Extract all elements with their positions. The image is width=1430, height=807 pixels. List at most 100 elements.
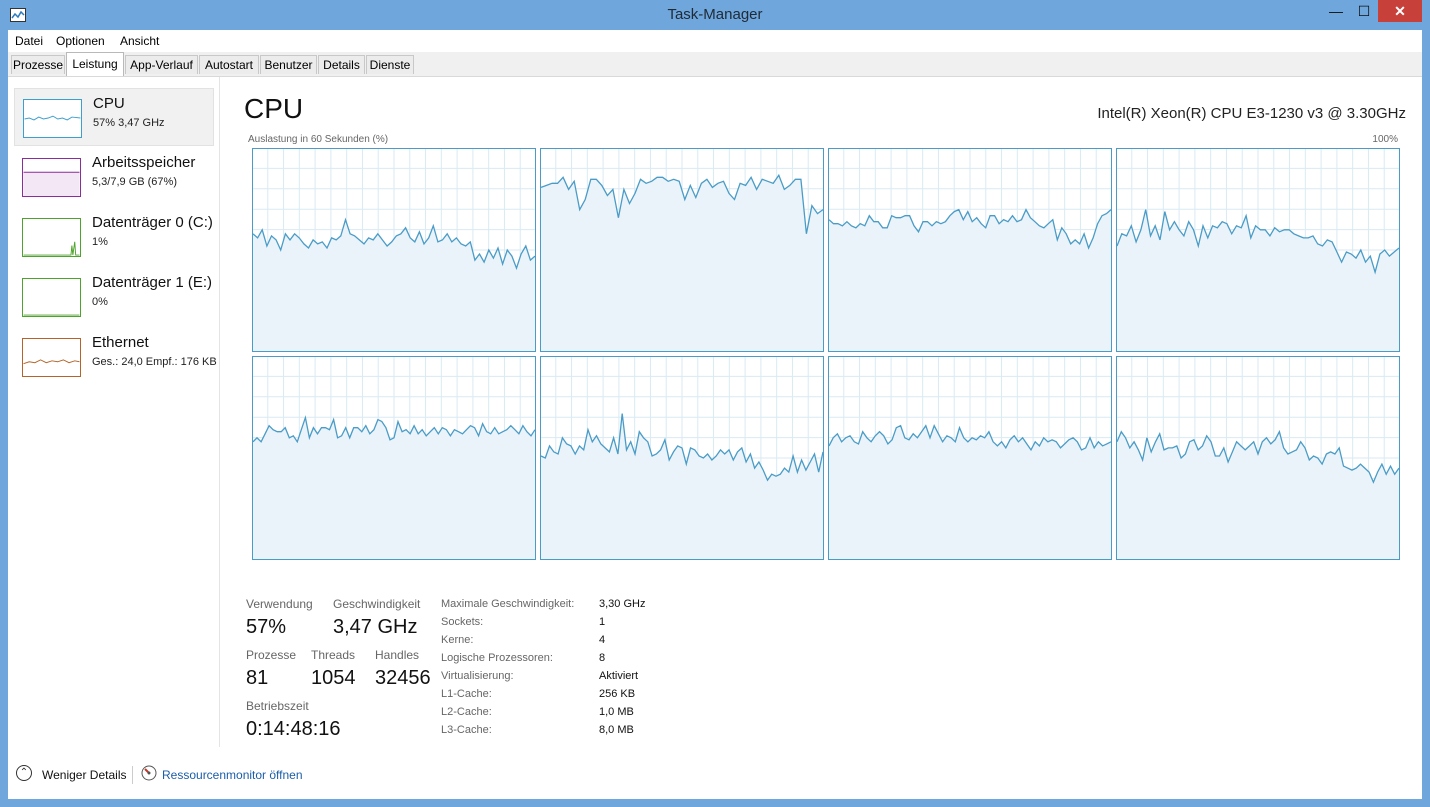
- window-title: Task-Manager: [667, 6, 763, 23]
- thumb-line: [24, 115, 81, 121]
- cpu-panel: CPU Intel(R) Xeon(R) CPU E3-1230 v3 @ 3.…: [244, 77, 1414, 747]
- core-graph-svg: [540, 356, 824, 560]
- memory-graph-icon: [22, 158, 81, 197]
- sidebar-item-value: 1%: [92, 236, 108, 248]
- info-value: 4: [599, 634, 606, 646]
- usage-value: 57%: [246, 616, 287, 638]
- minimize-button[interactable]: —: [1322, 0, 1350, 22]
- info-value: 8: [599, 652, 606, 664]
- core-graph-1: [540, 148, 824, 352]
- sidebar-item-label: CPU: [93, 95, 125, 112]
- tab-leistung[interactable]: Leistung: [66, 52, 124, 76]
- fewer-details-button[interactable]: Weniger Details: [42, 768, 126, 782]
- client-area: Datei Optionen Ansicht Prozesse Leistung…: [8, 30, 1422, 799]
- info-value: Aktiviert: [599, 670, 639, 682]
- sidebar-item-label: Datenträger 0 (C:): [92, 214, 213, 231]
- tab-dienste[interactable]: Dienste: [366, 55, 414, 74]
- graph-max-label: 100%: [1372, 134, 1398, 145]
- sidebar-item-disk-1[interactable]: Datenträger 1 (E:) 0%: [14, 268, 214, 326]
- cpu-core-graphs: [244, 148, 1400, 562]
- sidebar-item-value: 0%: [92, 296, 108, 308]
- tab-app-verlauf[interactable]: App-Verlauf: [125, 55, 198, 74]
- sidebar-item-label: Arbeitsspeicher: [92, 154, 196, 171]
- info-value: 8,0 MB: [599, 724, 634, 736]
- info-value: 1: [599, 616, 606, 628]
- info-value: 256 KB: [599, 688, 636, 700]
- resource-monitor-link[interactable]: Ressourcenmonitor öffnen: [162, 768, 303, 782]
- chevron-up-icon[interactable]: ⌃: [16, 765, 32, 781]
- cpu-model: Intel(R) Xeon(R) CPU E3-1230 v3 @ 3.30GH…: [1097, 105, 1406, 122]
- core-graph-2: [828, 148, 1112, 352]
- info-label: L3-Cache:: [441, 724, 492, 736]
- resource-monitor-icon[interactable]: [141, 765, 157, 781]
- page-title: CPU: [244, 93, 304, 124]
- uptime-value: 0:14:48:16: [246, 718, 341, 740]
- core-graph-4: [252, 356, 536, 560]
- thumb-fill: [23, 172, 80, 196]
- sidebar-item-value: 57% 3,47 GHz: [93, 117, 165, 129]
- info-label: Sockets:: [441, 616, 484, 628]
- info-label: Kerne:: [441, 634, 474, 646]
- cpu-stats: Verwendung Geschwindigkeit 57% 3,47 GHz …: [244, 597, 844, 747]
- handles-value: 32456: [375, 667, 431, 689]
- tab-benutzer[interactable]: Benutzer: [260, 55, 317, 74]
- core-graph-svg: [540, 148, 824, 352]
- task-manager-window: Task-Manager — ☐ ✕ Datei Optionen Ansich…: [0, 0, 1430, 807]
- core-graph-7: [1116, 356, 1400, 560]
- info-value: 1,0 MB: [599, 706, 634, 718]
- core-graph-svg: [1116, 148, 1400, 352]
- maximize-button[interactable]: ☐: [1350, 0, 1378, 22]
- thumb-line: [23, 359, 80, 365]
- sidebar-item-value: Ges.: 24,0 Empf.: 176 KB: [92, 356, 217, 368]
- sidebar-item-label: Ethernet: [92, 334, 149, 351]
- tab-bar: Prozesse Leistung App-Verlauf Autostart …: [8, 52, 1422, 77]
- info-label: Logische Prozessoren:: [441, 652, 553, 664]
- sidebar-item-ethernet[interactable]: Ethernet Ges.: 24,0 Empf.: 176 KB: [14, 328, 217, 386]
- menu-datei[interactable]: Datei: [15, 34, 43, 48]
- resource-sidebar: CPU 57% 3,47 GHz Arbeitsspeicher 5,3/7,9…: [8, 77, 220, 747]
- speed-value: 3,47 GHz: [333, 616, 418, 638]
- tab-details[interactable]: Details: [318, 55, 365, 74]
- network-graph-icon: [22, 338, 81, 377]
- tab-autostart[interactable]: Autostart: [199, 55, 259, 74]
- processes-value: 81: [246, 667, 269, 689]
- cpu-graph-icon: [23, 99, 82, 138]
- core-graph-svg: [828, 148, 1112, 352]
- core-graph-svg: [252, 356, 536, 560]
- speed-label: Geschwindigkeit: [333, 597, 421, 611]
- core-graph-0: [252, 148, 536, 352]
- usage-area: [829, 425, 1111, 559]
- sidebar-item-cpu[interactable]: CPU 57% 3,47 GHz: [14, 88, 214, 146]
- info-label: L2-Cache:: [441, 706, 492, 718]
- core-graph-5: [540, 356, 824, 560]
- core-graph-svg: [828, 356, 1112, 560]
- graph-caption: Auslastung in 60 Sekunden (%): [248, 134, 389, 145]
- sidebar-item-label: Datenträger 1 (E:): [92, 274, 213, 291]
- menu-ansicht[interactable]: Ansicht: [120, 34, 159, 48]
- uptime-label: Betriebszeit: [246, 699, 309, 713]
- title-bar[interactable]: Task-Manager — ☐ ✕: [0, 0, 1430, 30]
- disk-graph-icon: [22, 278, 81, 317]
- menu-optionen[interactable]: Optionen: [56, 34, 105, 48]
- menu-bar: Datei Optionen Ansicht: [8, 30, 1422, 52]
- core-graph-3: [1116, 148, 1400, 352]
- core-graph-svg: [1116, 356, 1400, 560]
- info-value: 3,30 GHz: [599, 598, 646, 610]
- processes-label: Prozesse: [246, 648, 297, 662]
- info-label: Virtualisierung:: [441, 670, 514, 682]
- divider: [132, 766, 133, 784]
- core-graph-svg: [252, 148, 536, 352]
- close-button[interactable]: ✕: [1378, 0, 1422, 22]
- info-label: L1-Cache:: [441, 688, 492, 700]
- tab-prozesse[interactable]: Prozesse: [11, 55, 65, 74]
- disk-graph-icon: [22, 218, 81, 257]
- threads-label: Threads: [311, 648, 356, 662]
- sidebar-item-disk-0[interactable]: Datenträger 0 (C:) 1%: [14, 208, 214, 266]
- thumb-line: [23, 241, 80, 256]
- footer: ⌃ Weniger Details Ressourcenmonitor öffn…: [8, 760, 1422, 790]
- sidebar-item-memory[interactable]: Arbeitsspeicher 5,3/7,9 GB (67%): [14, 148, 214, 206]
- handles-label: Handles: [375, 648, 420, 662]
- core-graph-6: [828, 356, 1112, 560]
- sidebar-item-value: 5,3/7,9 GB (67%): [92, 176, 177, 188]
- info-label: Maximale Geschwindigkeit:: [441, 598, 575, 610]
